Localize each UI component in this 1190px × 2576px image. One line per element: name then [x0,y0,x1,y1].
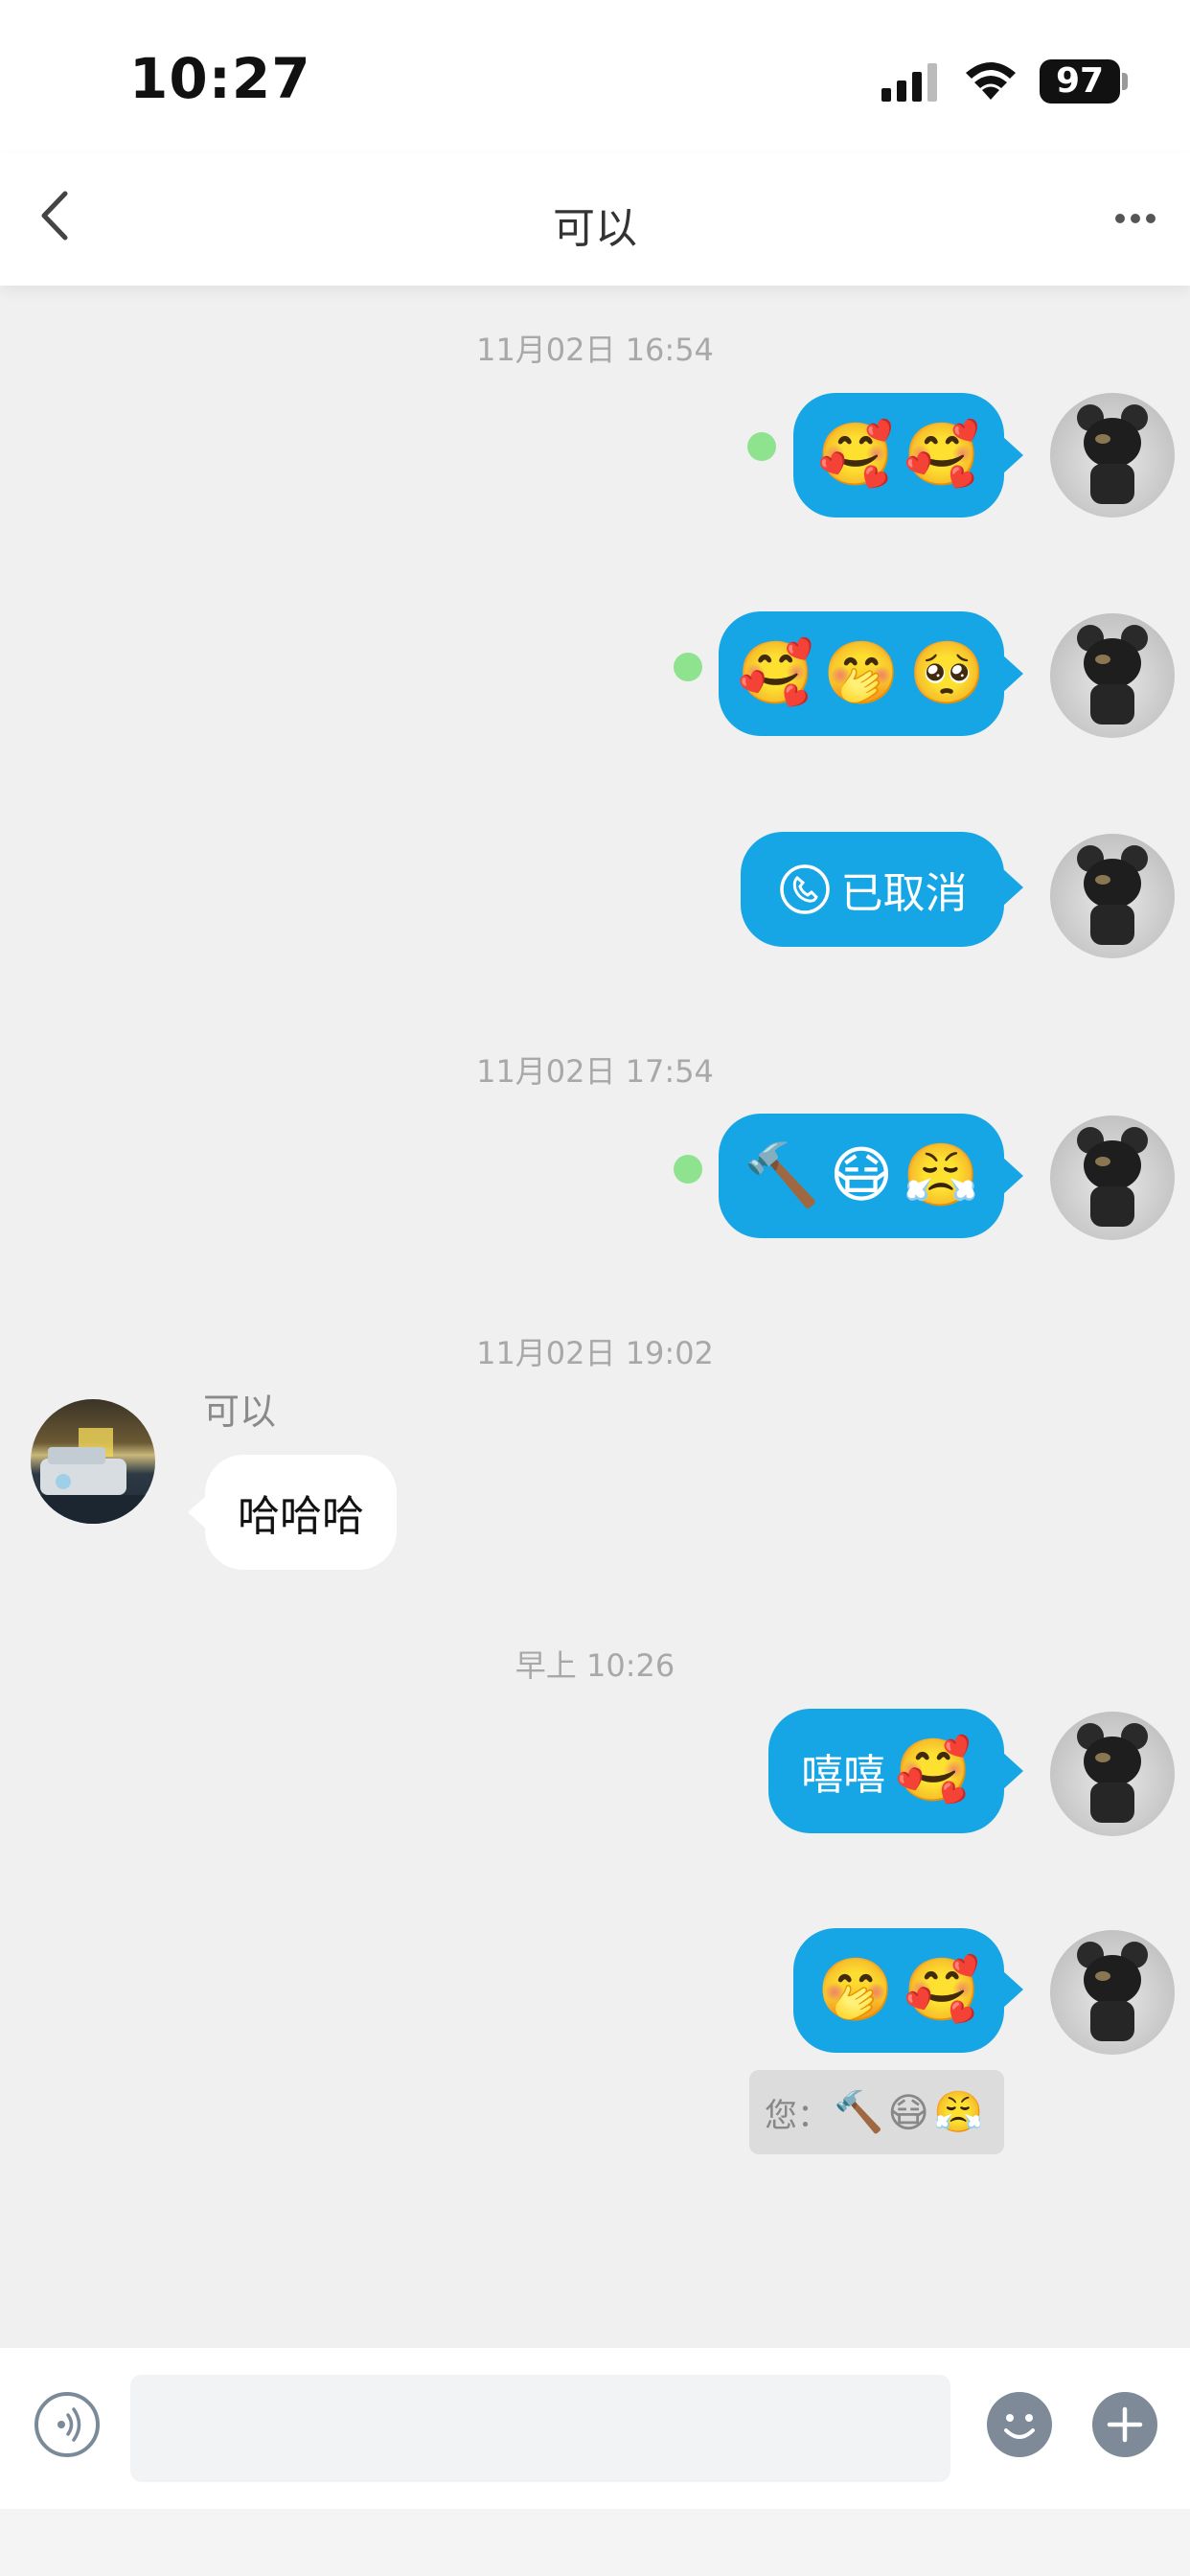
emoji: 🥰 [895,1736,972,1806]
my-avatar[interactable] [1050,393,1175,518]
plus-icon [1107,2406,1143,2443]
bubble-tail [1002,1752,1023,1790]
input-bar [0,2348,1190,2509]
chat-title: 可以 [553,204,637,253]
emoji: 🥰 [904,1955,980,2026]
bubble-tail [1002,1157,1023,1195]
status-time: 10:27 [129,46,311,111]
my-avatar[interactable] [1050,613,1175,738]
quote-label: 您： [765,2096,830,2135]
message-text: 哈哈哈 [238,1492,364,1541]
phone-icon [779,864,830,914]
quoted-reply[interactable]: 您： 🔨 😷 😤 [749,2070,1004,2154]
more-options-button[interactable] [1102,190,1169,247]
bear-figure-icon [1077,1942,1148,2041]
my-avatar[interactable] [1050,1930,1175,2055]
chat-header: 可以 [0,153,1190,286]
timestamp: 11月02日 16:54 [476,332,714,368]
emoji: 🔨 [743,1140,820,1211]
emoji: 😷 [829,1140,894,1211]
message-bubble-received[interactable]: 哈哈哈 [205,1455,397,1570]
status-bar: 10:27 97 [0,0,1190,153]
unread-dot [674,1155,702,1184]
emoji: 🔨 [834,2088,884,2135]
my-avatar[interactable] [1050,1116,1175,1240]
emoji: 🥺 [908,638,986,709]
unread-dot [747,432,776,461]
message-bubble[interactable]: 🥰 🤭 🥺 [719,611,1004,736]
voice-input-button[interactable] [34,2392,100,2457]
smiley-icon [1004,2414,1035,2439]
bear-figure-icon [1077,1127,1148,1227]
emoji: 😤 [903,1140,980,1211]
emoji: 🥰 [817,420,894,491]
battery-tip [1122,73,1128,90]
call-status-bubble[interactable]: 已取消 [741,832,1004,947]
emoji: 😷 [887,2088,930,2136]
battery-indicator: 97 [1040,59,1120,104]
more-dot-icon [1115,214,1125,223]
emoji: 🥰 [737,638,814,709]
timestamp: 11月02日 17:54 [476,1053,714,1090]
call-status-text: 已取消 [840,869,968,918]
wifi-icon [966,62,1016,100]
signal-icon [881,63,937,102]
voice-icon [57,2407,81,2442]
bubble-tail [1002,1970,1023,2009]
emoji: 🤭 [817,1955,894,2026]
message-text: 嘻嘻 [801,1751,886,1800]
my-avatar[interactable] [1050,834,1175,958]
bubble-tail [1002,868,1023,907]
more-dot-icon [1146,214,1156,223]
emoji: 🤭 [823,638,900,709]
car-photo-icon [31,1428,155,1524]
message-bubble[interactable]: 嘻嘻 🥰 [768,1709,1004,1833]
unread-dot [674,653,702,681]
message-input[interactable] [130,2375,950,2482]
bear-figure-icon [1077,625,1148,724]
emoji: 🥰 [904,420,980,491]
my-avatar[interactable] [1050,1712,1175,1836]
message-bubble[interactable]: 🥰 🥰 [793,393,1004,518]
more-dot-icon [1131,214,1140,223]
sender-name: 可以 [203,1391,277,1433]
bubble-tail [1002,655,1023,693]
timestamp: 早上 10:26 [515,1647,675,1684]
bear-figure-icon [1077,1723,1148,1823]
add-attachment-button[interactable] [1092,2392,1157,2457]
bear-figure-icon [1077,404,1148,504]
bottom-safe-area [0,2509,1190,2576]
bubble-tail [188,1495,207,1530]
contact-avatar[interactable] [31,1399,155,1524]
timestamp: 11月02日 19:02 [476,1335,714,1371]
bear-figure-icon [1077,845,1148,945]
emoji: 😤 [933,2088,984,2135]
message-bubble[interactable]: 🔨 😷 😤 [719,1114,1004,1238]
message-bubble[interactable]: 🤭 🥰 [793,1928,1004,2053]
emoji-button[interactable] [987,2392,1052,2457]
bubble-tail [1002,436,1023,474]
